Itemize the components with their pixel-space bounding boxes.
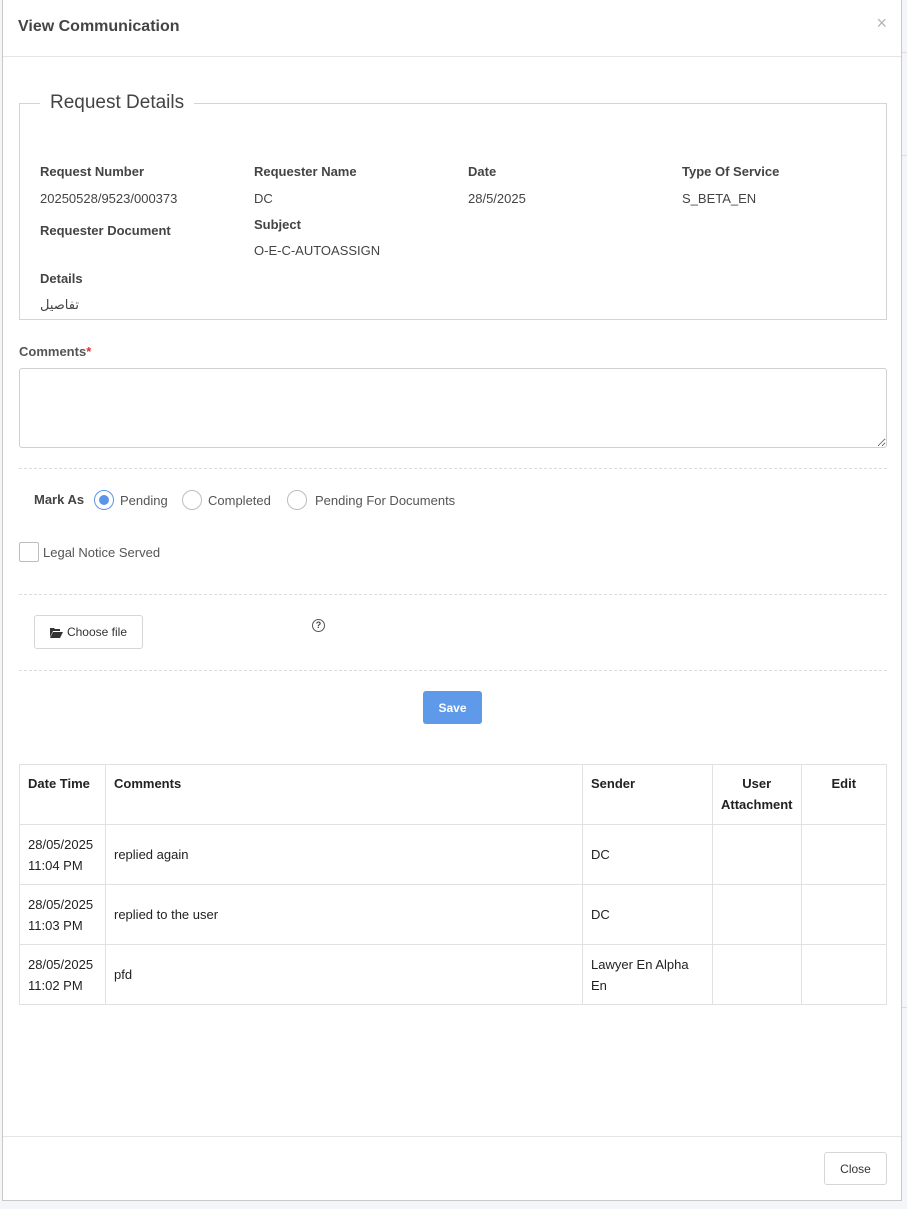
modal-title: View Communication [18,18,180,35]
section-divider [19,670,887,671]
cell-date: 28/05/2025 [28,836,94,852]
save-button[interactable]: Save [423,691,482,724]
radio-pending-for-documents[interactable] [287,490,307,510]
close-icon[interactable]: × [876,13,887,34]
cell-sender: DC [582,884,713,945]
comments-textarea[interactable] [19,368,887,448]
cell-comment: pfd [105,944,583,1005]
section-divider [19,594,887,595]
table-row: 28/05/2025 11:02 PM pfd Lawyer En Alpha E… [19,944,887,1005]
request-number-value: 20250528/9523/000373 [40,191,178,206]
request-details-panel: Request Details Request Number 20250528/… [19,92,887,320]
details-value: تفاصيل [40,297,79,312]
header-comments: Comments [105,764,583,825]
close-button[interactable]: Close [824,1152,887,1185]
cell-time: 11:02 PM [28,977,83,993]
header-sender: Sender [582,764,713,825]
request-number-label: Request Number [40,164,145,179]
mark-as-label: Mark As [34,492,85,507]
comments-label-text: Comments [19,344,87,359]
header-user-attachment: User Attachment [712,764,802,825]
radio-completed-label[interactable]: Completed [208,493,271,508]
section-divider [19,468,887,469]
modal-header: View Communication × [3,0,901,57]
folder-open-icon [49,627,63,638]
type-of-service-label: Type Of Service [682,164,780,179]
cell-user-attachment [712,824,802,885]
header-date-time: Date Time [19,764,106,825]
required-marker: * [86,344,92,359]
cell-date: 28/05/2025 [28,956,94,972]
header-edit: Edit [800,764,887,825]
cell-edit [800,884,887,945]
choose-file-button[interactable]: Choose file [34,615,143,649]
cell-user-attachment [712,944,802,1005]
help-icon[interactable]: ? [312,619,325,632]
view-communication-modal: View Communication × Request Details Req… [2,0,902,1201]
comments-label: Comments* [19,344,91,359]
table-header-row: Date Time Comments Sender User Attachmen… [19,764,887,825]
cell-edit [800,944,887,1005]
table-row: 28/05/2025 11:03 PM replied to the user D… [19,884,887,945]
cell-comment: replied again [105,824,583,885]
type-of-service-value: S_BETA_EN [682,191,757,206]
radio-pending-label[interactable]: Pending [120,493,168,508]
subject-value: O-E-C-AUTOASSIGN [254,243,381,258]
cell-date-time: 28/05/2025 11:04 PM [19,824,106,885]
cell-date-time: 28/05/2025 11:02 PM [19,944,106,1005]
cell-user-attachment [712,884,802,945]
table-row: 28/05/2025 11:04 PM replied again DC [19,824,887,885]
requester-document-label: Requester Document [40,223,171,238]
radio-completed[interactable] [182,490,202,510]
radio-pending-for-documents-label[interactable]: Pending For Documents [315,493,455,508]
choose-file-label: Choose file [66,625,128,639]
subject-label: Subject [254,217,301,232]
request-details-legend: Request Details [50,92,185,113]
modal-footer-divider [3,1136,901,1137]
requester-name-value: DC [254,191,273,206]
cell-time: 11:04 PM [28,857,83,873]
details-label: Details [40,271,83,286]
date-value: 28/5/2025 [468,191,526,206]
legal-notice-checkbox[interactable] [19,542,39,562]
communication-history-table: Date Time Comments Sender User Attachmen… [19,764,887,1005]
date-label: Date [468,164,497,179]
cell-comment: replied to the user [105,884,583,945]
cell-date-time: 28/05/2025 11:03 PM [19,884,106,945]
radio-pending[interactable] [94,490,114,510]
legal-notice-label[interactable]: Legal Notice Served [43,545,160,560]
cell-date: 28/05/2025 [28,896,94,912]
requester-name-label: Requester Name [254,164,357,179]
cell-edit [800,824,887,885]
cell-time: 11:03 PM [28,917,83,933]
cell-sender: Lawyer En Alpha En [582,944,713,1005]
cell-sender: DC [582,824,713,885]
